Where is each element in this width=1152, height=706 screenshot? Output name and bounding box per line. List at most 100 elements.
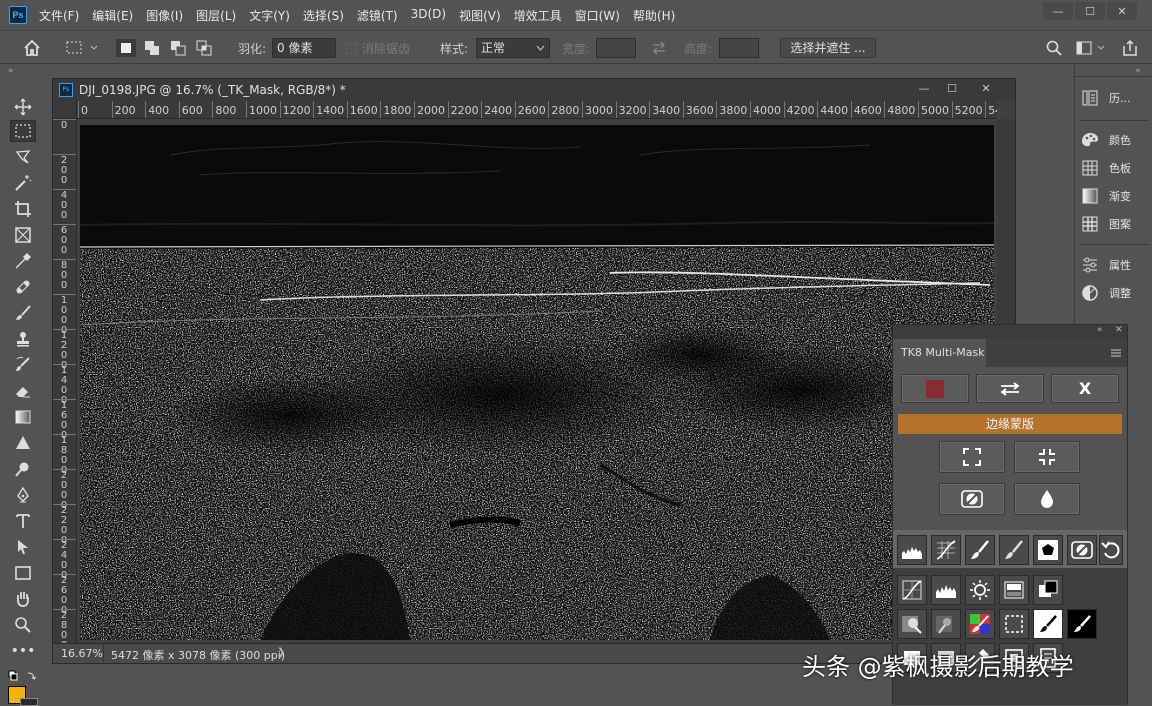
tk8-close-mask-button[interactable]: X bbox=[1051, 374, 1119, 403]
intersect-selection-button[interactable] bbox=[194, 39, 214, 57]
tk8-histogram-button[interactable] bbox=[897, 535, 927, 565]
menu-item[interactable]: 选择(S) bbox=[303, 7, 344, 24]
frame-tool[interactable] bbox=[10, 224, 36, 246]
menu-item[interactable]: 视图(V) bbox=[459, 7, 501, 24]
tk8-menu-icon[interactable] bbox=[1111, 347, 1121, 357]
home-button[interactable] bbox=[22, 39, 42, 57]
ruler-vertical[interactable]: 0 200 400 600 800 1000 1200 1400 1600 1800 2000 220… bbox=[53, 119, 77, 643]
dock-item[interactable]: 图案 bbox=[1081, 212, 1131, 236]
add-selection-button[interactable] bbox=[142, 39, 162, 57]
menu-item[interactable]: 滤镜(T) bbox=[357, 7, 398, 24]
tk8-color-brush-button[interactable] bbox=[965, 609, 995, 639]
contract-button[interactable] bbox=[1014, 441, 1080, 473]
brush-tool[interactable] bbox=[10, 302, 36, 324]
tk8-mask-color-button[interactable] bbox=[901, 374, 969, 403]
swap-dimensions-icon[interactable] bbox=[651, 41, 667, 55]
background-color-swatch[interactable] bbox=[20, 698, 38, 706]
tk8-white-brush-button[interactable] bbox=[1033, 609, 1063, 639]
width-input[interactable] bbox=[596, 38, 636, 58]
hand-tool[interactable] bbox=[10, 588, 36, 610]
eraser-tool[interactable] bbox=[10, 380, 36, 402]
default-colors-icon[interactable] bbox=[8, 670, 38, 684]
menu-item[interactable]: 文字(Y) bbox=[249, 7, 290, 24]
tk8-curves-adj-button[interactable] bbox=[897, 575, 927, 605]
dodge-tool[interactable] bbox=[10, 458, 36, 480]
rect-marquee-tool[interactable] bbox=[10, 120, 36, 142]
feather-input[interactable]: 0 像素 bbox=[272, 38, 336, 58]
doc-maximize-button[interactable]: ☐ bbox=[941, 82, 963, 98]
mask-invert-button[interactable] bbox=[939, 483, 1005, 515]
eyedropper-tool[interactable] bbox=[10, 250, 36, 272]
dock-item[interactable]: 调整 bbox=[1081, 281, 1131, 305]
tk8-channels-button[interactable] bbox=[1033, 575, 1063, 605]
new-selection-button[interactable] bbox=[116, 39, 136, 57]
dock-item[interactable]: 颜色 bbox=[1081, 128, 1131, 152]
height-input[interactable] bbox=[719, 38, 759, 58]
tk8-soft-brush-button[interactable] bbox=[999, 535, 1029, 565]
menu-item[interactable]: 图层(L) bbox=[196, 7, 236, 24]
close-button[interactable]: ✕ bbox=[1107, 2, 1137, 20]
maximize-button[interactable]: ☐ bbox=[1075, 2, 1105, 20]
tk8-selective-button[interactable] bbox=[897, 609, 927, 639]
dock-item[interactable]: 历... bbox=[1081, 86, 1131, 110]
history-brush-tool[interactable] bbox=[10, 354, 36, 376]
tk8-levels-button[interactable] bbox=[931, 575, 961, 605]
zoom-level[interactable]: 16.67% bbox=[61, 647, 103, 660]
clone-stamp-tool[interactable] bbox=[10, 328, 36, 350]
gradient-tool[interactable] bbox=[10, 406, 36, 428]
menu-item[interactable]: 帮助(H) bbox=[633, 7, 675, 24]
doc-close-button[interactable]: ✕ bbox=[975, 82, 997, 98]
type-tool[interactable] bbox=[10, 510, 36, 532]
minimize-button[interactable]: — bbox=[1043, 2, 1073, 20]
blur-edge-button[interactable] bbox=[1014, 483, 1080, 515]
blur-tool[interactable] bbox=[10, 432, 36, 454]
dock-item[interactable]: 色板 bbox=[1081, 156, 1131, 180]
edit-toolbar-button[interactable]: ••• bbox=[10, 640, 36, 662]
tk8-marching-button[interactable] bbox=[999, 609, 1029, 639]
tk8-paint-mask-button[interactable] bbox=[931, 609, 961, 639]
share-icon[interactable] bbox=[1122, 39, 1138, 57]
subtract-selection-button[interactable] bbox=[168, 39, 188, 57]
healing-brush-tool[interactable] bbox=[10, 276, 36, 298]
tk8-black-brush-button[interactable] bbox=[1067, 609, 1097, 639]
style-select[interactable]: 正常 bbox=[476, 38, 550, 58]
menu-item[interactable]: 编辑(E) bbox=[92, 7, 133, 24]
image-canvas[interactable] bbox=[80, 125, 994, 640]
expand-button[interactable] bbox=[939, 441, 1005, 473]
menu-item[interactable]: 增效工具 bbox=[514, 7, 562, 24]
tk8-collapse-icon[interactable]: « bbox=[1097, 325, 1103, 335]
lasso-tool[interactable] bbox=[10, 146, 36, 168]
menu-item[interactable]: 图像(I) bbox=[146, 7, 183, 24]
search-icon[interactable] bbox=[1046, 40, 1062, 56]
ruler-corner[interactable] bbox=[53, 101, 77, 119]
dock-item[interactable]: 属性 bbox=[1081, 253, 1131, 277]
tk8-undo-button[interactable] bbox=[1099, 535, 1123, 565]
tk8-close-icon[interactable]: ✕ bbox=[1115, 325, 1123, 335]
pen-tool[interactable] bbox=[10, 484, 36, 506]
doc-minimize-button[interactable]: — bbox=[913, 82, 935, 98]
photoshop-logo[interactable]: Ps bbox=[9, 6, 27, 24]
antialias-checkbox[interactable] bbox=[346, 43, 357, 54]
tk8-tab[interactable]: TK8 Multi-Mask bbox=[893, 339, 986, 367]
marquee-preset-picker[interactable] bbox=[64, 39, 100, 57]
select-and-mask-button[interactable]: 选择并遮住 ... bbox=[780, 38, 876, 58]
workspace-icon[interactable] bbox=[1076, 40, 1106, 56]
tk8-curves-button[interactable] bbox=[931, 535, 961, 565]
magic-wand-tool[interactable] bbox=[10, 172, 36, 194]
collapse-dock-icon[interactable]: « bbox=[1135, 66, 1141, 76]
menu-item[interactable]: 文件(F) bbox=[39, 7, 79, 24]
menu-item[interactable]: 3D(D) bbox=[411, 7, 446, 24]
tk8-brightness-button[interactable] bbox=[965, 575, 995, 605]
tk8-gradient-map-button[interactable] bbox=[999, 575, 1029, 605]
path-selection-tool[interactable] bbox=[10, 536, 36, 558]
ruler-horizontal[interactable]: 0 200 400 600 800 1000 1200 1400 1600 1800 2000 220… bbox=[77, 101, 997, 119]
status-menu-arrow-icon[interactable]: ❯ bbox=[277, 647, 285, 658]
collapse-tools-icon[interactable]: » bbox=[8, 66, 14, 76]
dock-item[interactable]: 渐变 bbox=[1081, 184, 1131, 208]
zoom-tool[interactable] bbox=[10, 614, 36, 636]
tk8-swap-button[interactable] bbox=[976, 374, 1044, 403]
crop-tool[interactable] bbox=[10, 198, 36, 220]
tk8-invert-button[interactable] bbox=[1067, 535, 1097, 565]
rectangle-tool[interactable] bbox=[10, 562, 36, 584]
tk8-shape-button[interactable] bbox=[1033, 535, 1063, 565]
